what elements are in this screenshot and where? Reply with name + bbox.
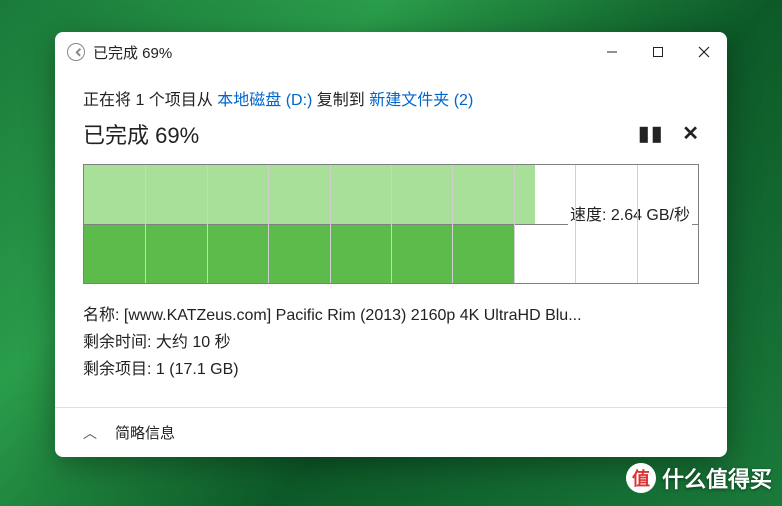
- speed-label: 速度: 2.64 GB/秒: [568, 201, 692, 225]
- chart-gridline: [145, 165, 146, 283]
- window-title: 已完成 69%: [93, 42, 589, 63]
- chart-gridline: [207, 165, 208, 283]
- chart-gridline: [452, 165, 453, 283]
- watermark: 值 什么值得买: [626, 462, 772, 494]
- dialog-content: 正在将 1 个项目从 本地磁盘 (D:) 复制到 新建文件夹 (2) 已完成 6…: [55, 72, 727, 407]
- chart-gridline: [330, 165, 331, 283]
- cancel-button[interactable]: ✕: [682, 124, 699, 144]
- copy-details: 名称: [www.KATZeus.com] Pacific Rim (2013)…: [83, 302, 699, 384]
- clock-icon: [67, 43, 85, 61]
- source-link[interactable]: 本地磁盘 (D:): [217, 92, 312, 109]
- dialog-footer: ︿ 简略信息: [55, 407, 727, 457]
- speed-chart: 速度: 2.64 GB/秒: [83, 164, 699, 284]
- chart-top-fill: [84, 165, 535, 224]
- window-buttons: [589, 32, 727, 72]
- detail-name: 名称: [www.KATZeus.com] Pacific Rim (2013)…: [83, 302, 699, 329]
- details-toggle[interactable]: 简略信息: [115, 422, 175, 443]
- pause-button[interactable]: ▮▮: [638, 124, 664, 144]
- watermark-badge: 值: [626, 463, 656, 493]
- copy-progress-dialog: 已完成 69% 正在将 1 个项目从 本地磁盘 (D:) 复制到 新建文件夹 (…: [55, 32, 727, 457]
- titlebar: 已完成 69%: [55, 32, 727, 72]
- copy-mid: 复制到: [312, 92, 369, 109]
- progress-controls: ▮▮ ✕: [638, 124, 699, 144]
- progress-header: 已完成 69% ▮▮ ✕: [83, 118, 699, 150]
- chart-gridline: [637, 165, 638, 283]
- chart-bottom-fill: [84, 224, 514, 283]
- dest-link[interactable]: 新建文件夹 (2): [369, 92, 473, 109]
- chart-gridline: [575, 165, 576, 283]
- chevron-up-icon[interactable]: ︿: [83, 423, 97, 443]
- chart-gridline: [391, 165, 392, 283]
- progress-title: 已完成 69%: [83, 118, 199, 150]
- copy-description: 正在将 1 个项目从 本地磁盘 (D:) 复制到 新建文件夹 (2): [83, 86, 699, 110]
- detail-items: 剩余项目: 1 (17.1 GB): [83, 356, 699, 383]
- chart-gridline: [268, 165, 269, 283]
- watermark-text: 什么值得买: [662, 462, 772, 494]
- minimize-button[interactable]: [589, 32, 635, 72]
- detail-time: 剩余时间: 大约 10 秒: [83, 329, 699, 356]
- maximize-button[interactable]: [635, 32, 681, 72]
- chart-gridline: [514, 165, 515, 283]
- copy-prefix: 正在将 1 个项目从: [83, 92, 217, 109]
- close-button[interactable]: [681, 32, 727, 72]
